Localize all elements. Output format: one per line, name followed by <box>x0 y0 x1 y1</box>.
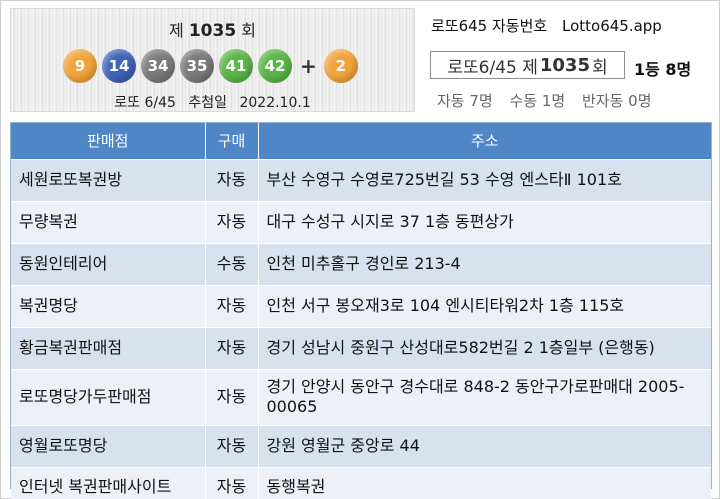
manual-count: 수동 1명 <box>509 92 566 110</box>
round-box-suffix: 회 <box>591 57 608 78</box>
store-name-cell: 무량복권 <box>11 200 206 243</box>
table-row[interactable]: 로또명당가두판매점 자동 경기 안양시 동안구 경수대로 848-2 동안구가로판매… <box>11 368 711 425</box>
round-prefix: 제 <box>169 21 184 40</box>
round-box: 로또6/45 제 1035 회 <box>430 51 625 79</box>
app-header: 로또645 자동번호 Lotto645.app <box>431 15 672 36</box>
table-row[interactable]: 세원로또복권방 자동 부산 수영구 수영로725번길 53 수영 엔스타Ⅱ 101호 <box>11 158 711 201</box>
address-cell: 인천 서구 봉오재3로 104 엔시티타워2차 1층 115호 <box>258 284 711 327</box>
number-ball: 41 <box>219 49 253 83</box>
purchase-type-cell: 자동 <box>205 368 259 425</box>
store-name-cell: 동원인테리어 <box>11 242 206 285</box>
auto-count: 자동 7명 <box>437 92 493 110</box>
bonus-ball: 2 <box>323 49 358 83</box>
winning-numbers: 9 14 34 35 41 42 +2 <box>63 46 363 86</box>
table-row[interactable]: 인터넷 복권판매사이트 자동 동행복권 <box>11 466 711 499</box>
address-cell: 대구 수성구 시지로 37 1층 동편상가 <box>258 200 711 243</box>
table-row[interactable]: 복권명당 자동 인천 서구 봉오재3로 104 엔시티타워2차 1층 115호 <box>11 284 711 327</box>
round-box-prefix: 로또6/45 제 <box>447 57 538 78</box>
draw-footer: 로또 6/45 추첨일 2022.10.1 <box>11 92 414 112</box>
purchase-type-cell: 자동 <box>205 466 259 499</box>
number-ball: 42 <box>258 49 292 83</box>
purchase-type-cell: 수동 <box>205 242 259 285</box>
table-row[interactable]: 황금복권판매점 자동 경기 성남시 중원구 산성대로582번길 2 1층일부 (은행… <box>11 326 711 369</box>
purchase-type-cell: 자동 <box>205 284 259 327</box>
header-address: 주소 <box>258 123 711 159</box>
purchase-type-cell: 자동 <box>205 424 259 467</box>
address-cell: 인천 미추홀구 경인로 213-4 <box>258 242 711 285</box>
semi-auto-count: 반자동 0명 <box>582 92 652 110</box>
first-prize-winners: 1등 8명 <box>634 60 692 79</box>
store-name-cell: 인터넷 복권판매사이트 <box>11 466 206 499</box>
address-cell: 강원 영월군 중앙로 44 <box>258 424 711 467</box>
winner-breakdown: 자동 7명 수동 1명 반자동 0명 <box>437 90 664 111</box>
table-row[interactable]: 무량복권 자동 대구 수성구 시지로 37 1층 동편상가 <box>11 200 711 243</box>
address-cell: 동행복권 <box>258 466 711 499</box>
purchase-type-cell: 자동 <box>205 200 259 243</box>
number-ball: 35 <box>180 49 214 83</box>
address-cell: 경기 안양시 동안구 경수대로 848-2 동안구가로판매대 2005-0006… <box>258 368 711 425</box>
header-type: 구매 <box>205 123 259 159</box>
store-name-cell: 황금복권판매점 <box>11 326 206 369</box>
draw-date: 2022.10.1 <box>239 95 311 111</box>
game-name: 로또 6/45 <box>114 95 176 111</box>
draw-result-panel: 제 1035 회 9 14 34 35 41 42 +2 로또 6/45 추첨일 2022.… <box>10 8 415 112</box>
store-name-cell: 복권명당 <box>11 284 206 327</box>
number-ball: 34 <box>141 49 175 83</box>
app-site[interactable]: Lotto645.app <box>562 17 662 35</box>
store-name-cell: 세원로또복권방 <box>11 158 206 201</box>
number-ball: 14 <box>102 49 136 83</box>
purchase-type-cell: 자동 <box>205 158 259 201</box>
store-name-cell: 로또명당가두판매점 <box>11 368 206 425</box>
round-box-number: 1035 <box>539 54 590 76</box>
draw-round-title: 제 1035 회 <box>11 17 414 41</box>
round-suffix: 회 <box>241 21 256 40</box>
table-row[interactable]: 영월로또명당 자동 강원 영월군 중앙로 44 <box>11 424 711 467</box>
round-number: 1035 <box>188 21 237 41</box>
table-row[interactable]: 동원인테리어 수동 인천 미추홀구 경인로 213-4 <box>11 242 711 285</box>
address-cell: 부산 수영구 수영로725번길 53 수영 엔스타Ⅱ 101호 <box>258 158 711 201</box>
number-ball: 9 <box>63 49 97 83</box>
store-name-cell: 영월로또명당 <box>11 424 206 467</box>
winning-stores-table: 판매점 구매 주소 세원로또복권방 자동 부산 수영구 수영로725번길 53 수영… <box>10 122 712 499</box>
address-cell: 경기 성남시 중원구 산성대로582번길 2 1층일부 (은행동) <box>258 326 711 369</box>
table-header-row: 판매점 구매 주소 <box>11 123 711 159</box>
app-frame: 제 1035 회 9 14 34 35 41 42 +2 로또 6/45 추첨일 2022.… <box>0 0 720 499</box>
draw-date-label: 추첨일 <box>188 95 228 111</box>
plus-sign: + <box>300 54 317 78</box>
app-title: 로또645 자동번호 <box>431 17 548 35</box>
header-store: 판매점 <box>11 123 206 159</box>
purchase-type-cell: 자동 <box>205 326 259 369</box>
